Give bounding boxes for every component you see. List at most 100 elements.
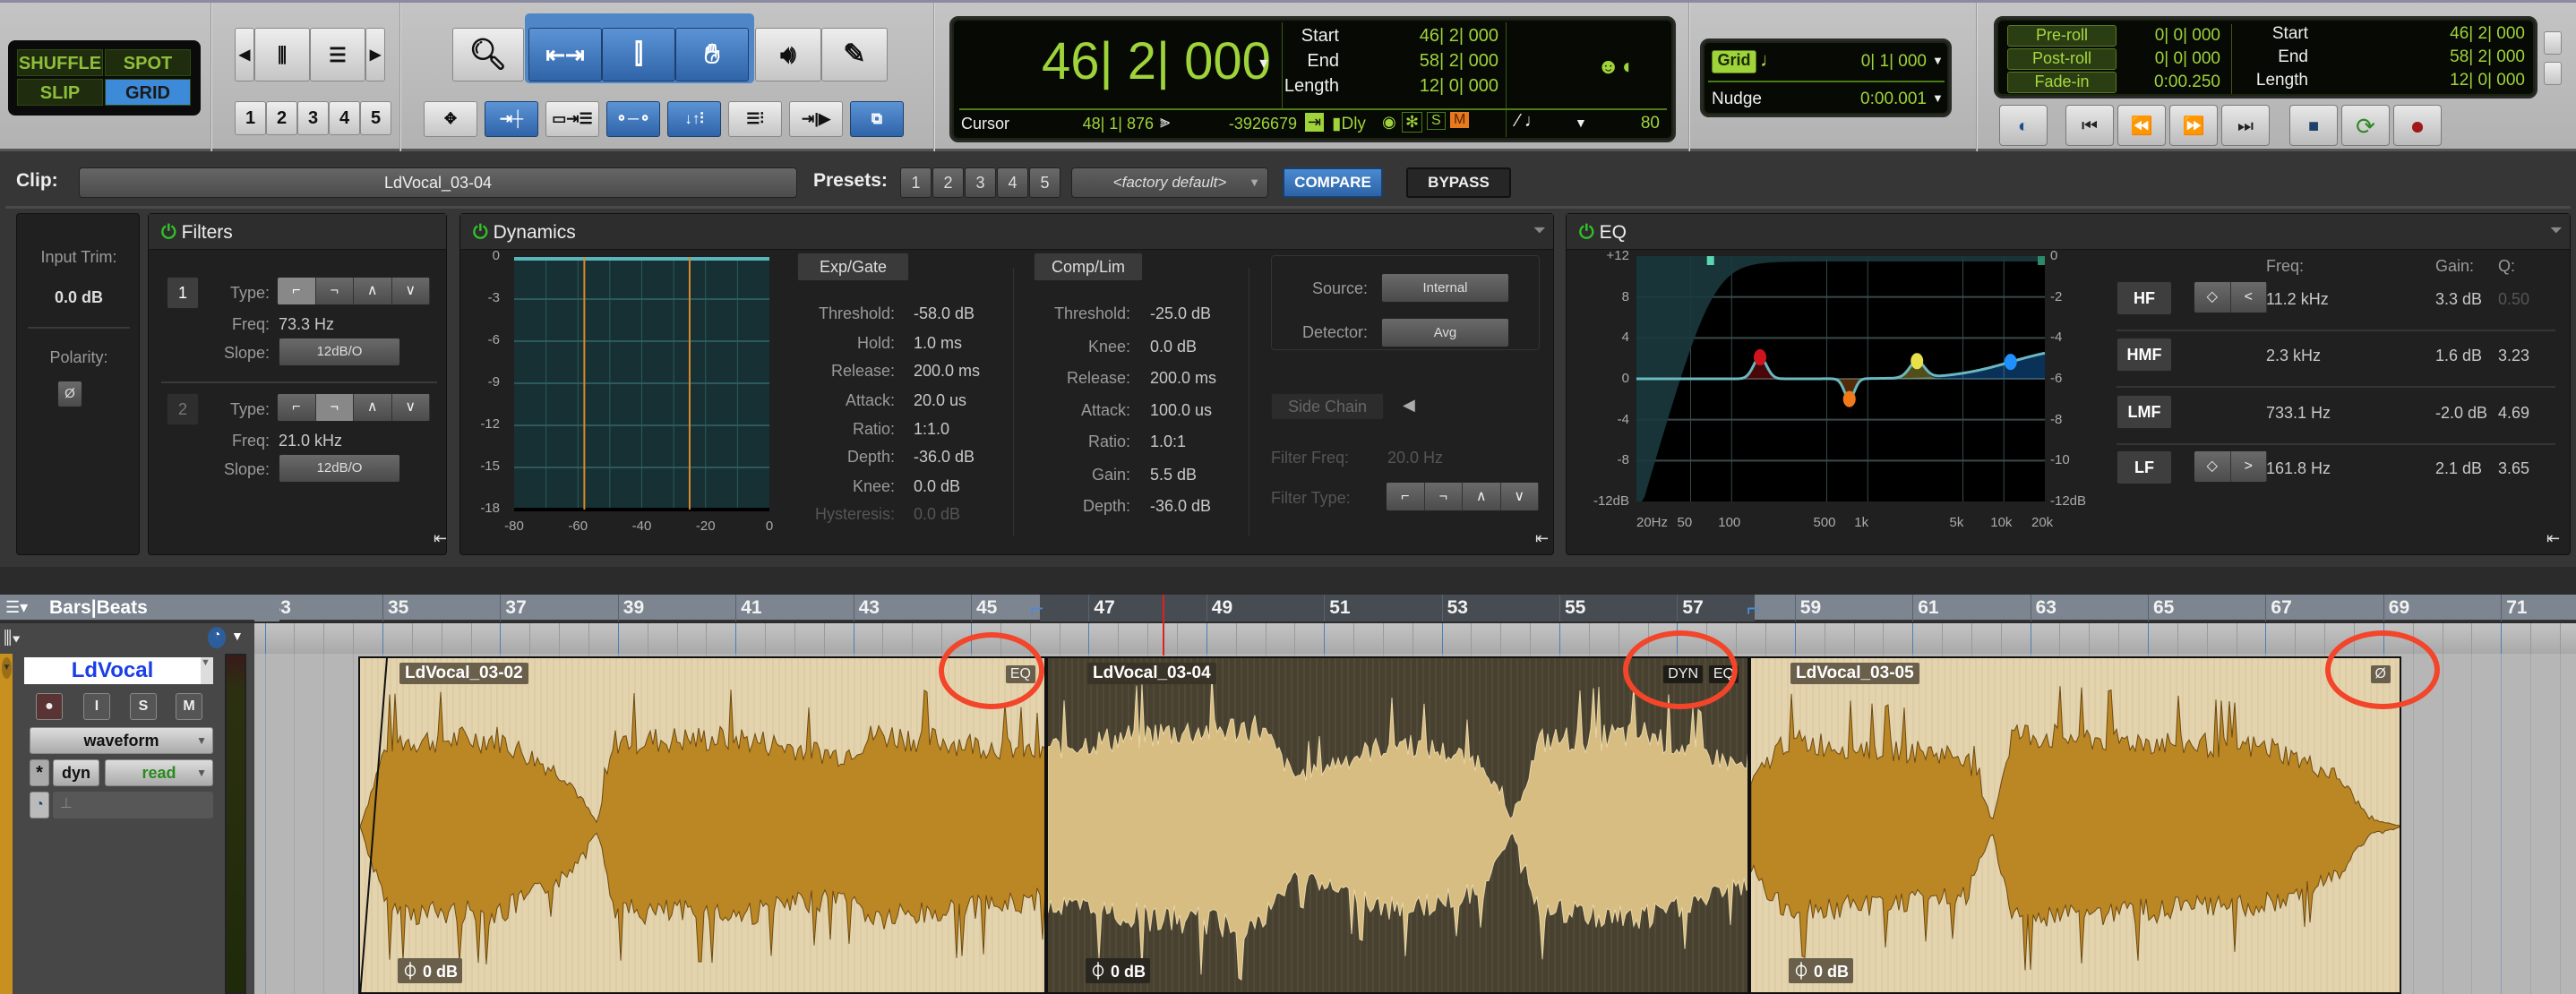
band-q[interactable]: 0.50 bbox=[2498, 290, 2529, 309]
filter-band-toggle[interactable]: 1 bbox=[167, 277, 199, 309]
keyboard-focus-icon[interactable]: ⧉ bbox=[850, 101, 904, 137]
preset-slot-button[interactable]: 3 bbox=[965, 167, 996, 198]
hpf-handle[interactable] bbox=[1706, 256, 1714, 265]
audio-clip[interactable]: LdVocal_03-04 DYN EQ ⏀ 0 dB bbox=[1046, 656, 1749, 994]
preset-slot-button[interactable]: 2 bbox=[932, 167, 964, 198]
selection-end[interactable]: 58| 2| 000 bbox=[1346, 51, 1498, 72]
zoom-preset-button[interactable]: 1 bbox=[235, 101, 266, 135]
go-to-end-button[interactable]: ⏭ bbox=[2221, 105, 2270, 146]
tempo-dropdown-icon[interactable]: ▼ bbox=[1575, 116, 1587, 130]
track-view-icon[interactable]: ⫼▾ bbox=[4, 629, 21, 649]
source-button[interactable]: Internal bbox=[1381, 273, 1509, 303]
filter-type-selector[interactable]: ⌐ ¬ ∧ ∨ bbox=[277, 393, 431, 422]
exp-gate-param-value[interactable]: 200.0 ms bbox=[914, 362, 980, 381]
filter-type-selector[interactable]: ⌐ ¬ ∧ ∨ bbox=[277, 277, 431, 305]
band-q[interactable]: 4.69 bbox=[2498, 404, 2529, 423]
mode-spot[interactable]: SPOT bbox=[105, 49, 191, 76]
exp-gate-param-value[interactable]: -58.0 dB bbox=[914, 304, 975, 323]
loop-record-icon[interactable]: ✻ bbox=[1402, 112, 1423, 133]
panel-menu-icon[interactable]: ⏷ bbox=[2550, 221, 2563, 240]
zoom-preset-button[interactable]: 4 bbox=[329, 101, 360, 135]
input-trim-value[interactable]: 0.0 dB bbox=[17, 288, 141, 307]
preroll-toggle[interactable]: Pre-roll bbox=[2007, 25, 2117, 47]
transport-length[interactable]: 12| 0| 000 bbox=[2391, 71, 2525, 90]
eq-band-handle-lmf[interactable] bbox=[1842, 390, 1856, 407]
eq-band-handle-hf[interactable] bbox=[2004, 354, 2017, 371]
comp-lim-param-value[interactable]: 200.0 ms bbox=[1150, 369, 1216, 388]
main-counter-value[interactable]: 46| 2| 000 bbox=[1042, 31, 1271, 91]
timeline-selection[interactable] bbox=[1040, 595, 1755, 621]
comp-lim-param-value[interactable]: 0.0 dB bbox=[1150, 338, 1197, 356]
grabber-tool-icon[interactable]: ✋︎ bbox=[675, 28, 749, 81]
eq-band-handle-hmf[interactable] bbox=[1911, 353, 1924, 370]
shelf-shape-icon[interactable]: < bbox=[2230, 282, 2267, 313]
band-shape-selector[interactable]: ◇ < bbox=[2194, 281, 2268, 313]
track-options-icon[interactable]: ▼ bbox=[2, 657, 12, 679]
track-name[interactable]: LdVocal bbox=[24, 657, 201, 684]
zoom-preset-button[interactable]: 2 bbox=[266, 101, 297, 135]
polarity-button[interactable]: Ø bbox=[57, 381, 82, 407]
selection-start[interactable]: 46| 2| 000 bbox=[1346, 26, 1498, 47]
zoomer-tool-icon[interactable]: 🔍︎ bbox=[452, 28, 524, 81]
lpf-icon[interactable]: ¬ bbox=[1424, 483, 1463, 510]
audio-clip[interactable]: LdVocal_03-05 Ø ⏀ 0 dB bbox=[1749, 656, 2401, 994]
comp-lim-param-value[interactable]: 1.0:1 bbox=[1150, 433, 1186, 451]
mode-grid[interactable]: GRID bbox=[105, 79, 191, 106]
input-monitor-button[interactable]: I bbox=[83, 693, 110, 720]
collapse-icon[interactable]: ⇤ bbox=[1535, 529, 1549, 548]
fadein-value[interactable]: 0:00.250 bbox=[2122, 73, 2220, 92]
timebase-icon[interactable]: ◔ bbox=[208, 627, 226, 648]
delay-compensation[interactable]: ▮Dly bbox=[1332, 114, 1366, 134]
band-freq[interactable]: 733.1 Hz bbox=[2266, 404, 2331, 423]
eq-band-button-hmf[interactable]: HMF bbox=[2117, 338, 2172, 372]
exp-gate-param-value[interactable]: 1:1.0 bbox=[914, 420, 949, 439]
side-chain-button[interactable]: Side Chain bbox=[1271, 393, 1384, 420]
bandpass-icon[interactable]: ∧ bbox=[1463, 483, 1501, 510]
clip-gain-indicator[interactable]: ⏀ 0 dB bbox=[1086, 958, 1151, 983]
clip-gain-indicator[interactable]: ⏀ 0 dB bbox=[1789, 958, 1854, 983]
clip-name-field[interactable]: LdVocal_03-04 bbox=[79, 167, 797, 198]
elastic-audio-icon[interactable]: ◔ bbox=[30, 792, 49, 818]
grid-dropdown-icon[interactable]: ▼ bbox=[1932, 54, 1944, 67]
slope-button[interactable]: 12dB/O bbox=[279, 338, 400, 366]
nudge-dropdown-icon[interactable]: ▼ bbox=[1932, 91, 1944, 105]
filter-band-toggle[interactable]: 2 bbox=[167, 393, 199, 425]
comp-lim-param-value[interactable]: -25.0 dB bbox=[1150, 304, 1211, 323]
bell-shape-icon[interactable]: ◇ bbox=[2194, 282, 2231, 313]
conductor-pencil-icon[interactable]: ⁄ ♩ bbox=[1516, 111, 1542, 132]
preroll-value[interactable]: 0| 0| 000 bbox=[2122, 26, 2220, 46]
selection-length[interactable]: 12| 0| 000 bbox=[1346, 76, 1498, 97]
exp-gate-param-value[interactable]: 0.0 dB bbox=[914, 505, 960, 524]
hpf-icon[interactable]: ⌐ bbox=[278, 394, 316, 421]
compare-button[interactable]: COMPARE bbox=[1283, 167, 1383, 198]
band-freq[interactable]: 2.3 kHz bbox=[2266, 347, 2321, 365]
ruler-menu-icon[interactable]: ☰▾ bbox=[5, 598, 28, 617]
power-icon[interactable]: ⏻ bbox=[1579, 222, 1594, 243]
mute-button[interactable]: M bbox=[176, 693, 202, 720]
scrubber-tool-icon[interactable]: 🔊︎ bbox=[755, 28, 821, 81]
bandpass-icon[interactable]: ∧ bbox=[354, 394, 392, 421]
clip-gain-indicator[interactable]: ⏀ 0 dB bbox=[398, 958, 463, 983]
zoom-preset-button[interactable]: 3 bbox=[297, 101, 329, 135]
eq-graph[interactable] bbox=[1636, 255, 2046, 502]
bandpass-icon[interactable]: ∧ bbox=[354, 278, 392, 304]
insertion-follows-playback-icon[interactable]: ☰⫶ bbox=[728, 101, 782, 137]
timebase-dropdown-icon[interactable]: ▼ bbox=[231, 629, 244, 643]
power-icon[interactable]: ⏻ bbox=[473, 222, 488, 243]
tempo-value[interactable]: 80 bbox=[1606, 114, 1660, 133]
transport-expand-button[interactable] bbox=[2544, 31, 2562, 55]
band-gain[interactable]: 1.6 dB bbox=[2435, 347, 2482, 365]
exp-gate-param-value[interactable]: 1.0 ms bbox=[914, 334, 962, 353]
detector-button[interactable]: Avg bbox=[1381, 318, 1509, 347]
slope-button[interactable]: 12dB/O bbox=[279, 454, 400, 483]
band-shape-selector[interactable]: ◇ > bbox=[2194, 450, 2268, 483]
preset-dropdown[interactable]: <factory default> ▼ bbox=[1071, 167, 1268, 198]
lpf-handle[interactable] bbox=[2038, 256, 2045, 265]
asterisk-button[interactable]: * bbox=[30, 759, 49, 786]
lpf-icon[interactable]: ¬ bbox=[315, 278, 354, 304]
playlist-area[interactable]: ⊥ bbox=[53, 792, 213, 818]
online-button[interactable]: ◐ bbox=[1999, 105, 2048, 146]
mode-slip[interactable]: SLIP bbox=[17, 79, 103, 106]
transport-start[interactable]: 46| 2| 000 bbox=[2391, 24, 2525, 44]
transport-end[interactable]: 58| 2| 000 bbox=[2391, 47, 2525, 67]
